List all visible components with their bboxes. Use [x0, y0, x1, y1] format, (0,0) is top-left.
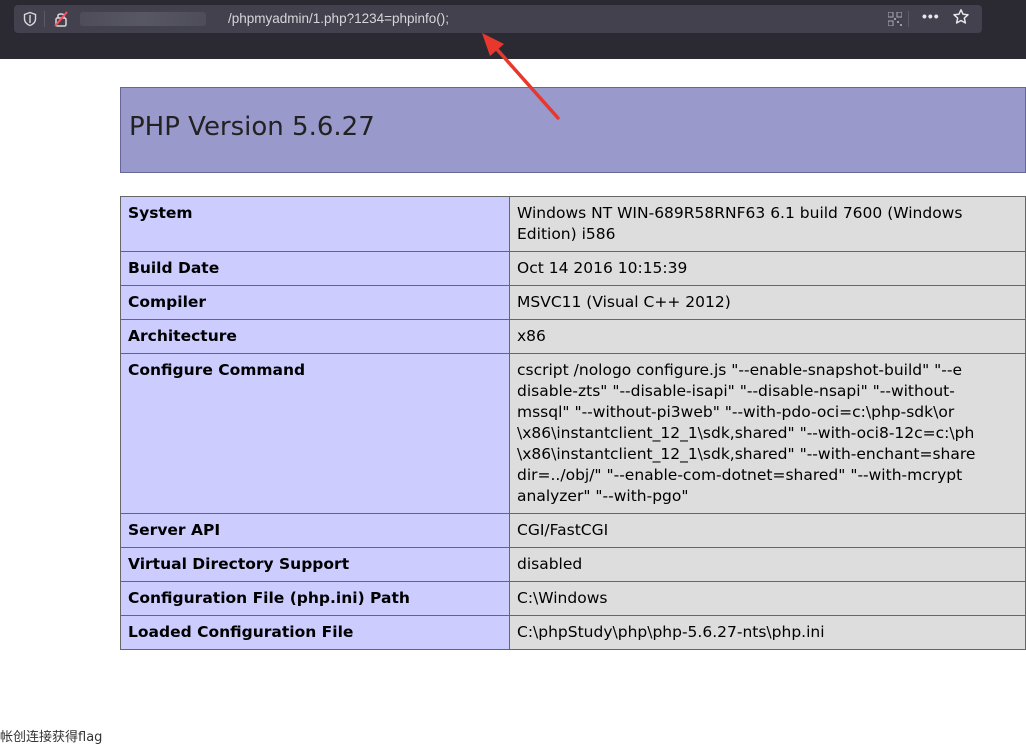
more-actions-icon[interactable]: ••• [922, 8, 940, 24]
bookmark-star-icon[interactable] [952, 8, 970, 26]
row-key: Build Date [120, 251, 510, 286]
browser-toolbar: /phpmyadmin/1.php?1234=phpinfo(); ••• [0, 0, 1026, 59]
separator [44, 11, 45, 27]
table-row: Configuration File (php.ini) Path C:\Wind… [120, 581, 1026, 616]
shield-icon[interactable] [22, 11, 38, 27]
row-key: Configure Command [120, 353, 510, 514]
row-value: CGI/FastCGI [509, 513, 1026, 548]
separator [908, 11, 909, 27]
table-row: Architecture x86 [120, 319, 1026, 354]
info-table-container: System Windows NT WIN-689R58RNF63 6.1 bui… [120, 196, 1026, 693]
insecure-lock-icon[interactable] [52, 10, 70, 28]
row-key: Server API [120, 513, 510, 548]
row-value: C:\phpStudy\php\php-5.6.27-nts\php.ini [509, 615, 1026, 650]
row-value: MSVC11 (Visual C++ 2012) [509, 285, 1026, 320]
row-key: Architecture [120, 319, 510, 354]
row-value: x86 [509, 319, 1026, 354]
php-version-header: PHP Version 5.6.27 [120, 87, 1026, 173]
row-key: Loaded Configuration File [120, 615, 510, 650]
footer-caption: 帐创连接获得flag [0, 730, 103, 745]
qr-code-icon[interactable] [888, 12, 902, 26]
row-key: System [120, 196, 510, 252]
page-title: PHP Version 5.6.27 [129, 112, 375, 142]
row-value: Windows NT WIN-689R58RNF63 6.1 build 760… [509, 196, 1026, 252]
table-row: Virtual Directory Support disabled [120, 547, 1026, 582]
table-row: Compiler MSVC11 (Visual C++ 2012) [120, 285, 1026, 320]
table-row: Server API CGI/FastCGI [120, 513, 1026, 548]
address-bar[interactable]: /phpmyadmin/1.php?1234=phpinfo(); ••• [14, 5, 982, 33]
row-key: Virtual Directory Support [120, 547, 510, 582]
url-text[interactable]: /phpmyadmin/1.php?1234=phpinfo(); [228, 11, 449, 26]
row-key: Configuration File (php.ini) Path [120, 581, 510, 616]
info-table: System Windows NT WIN-689R58RNF63 6.1 bui… [120, 196, 1026, 650]
row-value: cscript /nologo configure.js "--enable-s… [509, 353, 1026, 514]
row-value: Oct 14 2016 10:15:39 [509, 251, 1026, 286]
row-value: C:\Windows [509, 581, 1026, 616]
row-key: Compiler [120, 285, 510, 320]
row-value: disabled [509, 547, 1026, 582]
table-row: Build Date Oct 14 2016 10:15:39 [120, 251, 1026, 286]
table-row: Configure Command cscript /nologo configu… [120, 353, 1026, 514]
table-row: System Windows NT WIN-689R58RNF63 6.1 bui… [120, 196, 1026, 252]
table-row: Loaded Configuration File C:\phpStudy\php… [120, 615, 1026, 650]
blurred-host [80, 12, 206, 26]
